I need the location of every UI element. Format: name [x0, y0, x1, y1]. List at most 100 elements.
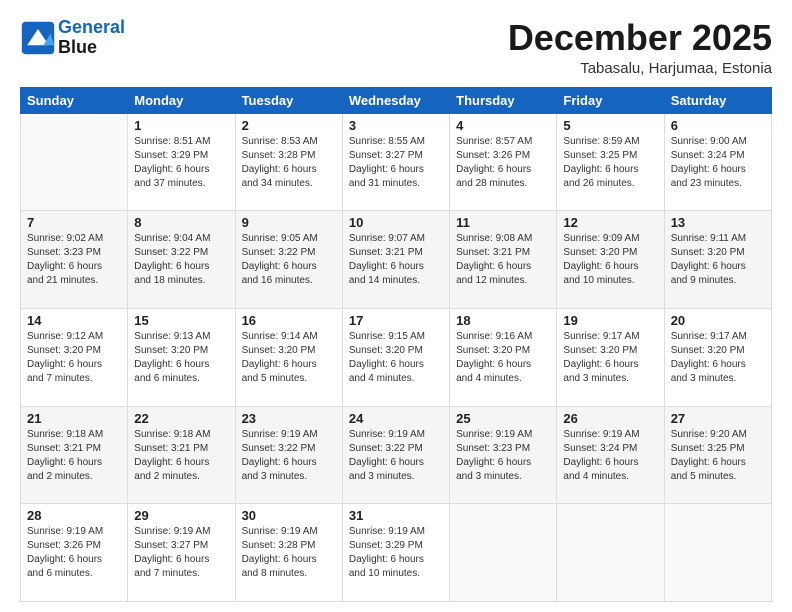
calendar-week-row: 21 Sunrise: 9:18 AM Sunset: 3:21 PM Dayli…	[21, 406, 772, 504]
calendar-cell	[664, 504, 771, 602]
calendar-cell: 5 Sunrise: 8:59 AM Sunset: 3:25 PM Daylig…	[557, 113, 664, 211]
calendar-cell: 11 Sunrise: 9:08 AM Sunset: 3:21 PM Dayli…	[450, 211, 557, 309]
day-info: Sunrise: 9:19 AM Sunset: 3:24 PM Dayligh…	[563, 428, 657, 484]
location: Tabasalu, Harjumaa, Estonia	[508, 60, 772, 77]
day-number: 23	[242, 411, 336, 426]
day-info: Sunrise: 9:19 AM Sunset: 3:22 PM Dayligh…	[349, 428, 443, 484]
day-number: 4	[456, 118, 550, 133]
day-info: Sunrise: 9:15 AM Sunset: 3:20 PM Dayligh…	[349, 330, 443, 386]
day-number: 5	[563, 118, 657, 133]
day-info: Sunrise: 9:19 AM Sunset: 3:29 PM Dayligh…	[349, 525, 443, 581]
calendar-cell: 7Sunrise: 9:02 AM Sunset: 3:23 PM Daylig…	[21, 211, 128, 309]
calendar-cell: 19 Sunrise: 9:17 AM Sunset: 3:20 PM Dayli…	[557, 308, 664, 406]
weekday-header-tuesday: Tuesday	[235, 87, 342, 113]
calendar-cell: 23Sunrise: 9:19 AM Sunset: 3:22 PM Dayli…	[235, 406, 342, 504]
calendar-cell: 16 Sunrise: 9:14 AM Sunset: 3:20 PM Dayli…	[235, 308, 342, 406]
day-info: Sunrise: 9:12 AM Sunset: 3:20 PM Dayligh…	[27, 330, 121, 386]
day-number: 19	[563, 313, 657, 328]
calendar-cell	[21, 113, 128, 211]
logo: General Blue	[20, 18, 125, 58]
day-number: 21	[27, 411, 121, 426]
day-info: Sunrise: 9:16 AM Sunset: 3:20 PM Dayligh…	[456, 330, 550, 386]
day-number: 22	[134, 411, 228, 426]
day-number: 14	[27, 313, 121, 328]
weekday-header-friday: Friday	[557, 87, 664, 113]
day-number: 30	[242, 508, 336, 523]
day-info: Sunrise: 9:18 AM Sunset: 3:21 PM Dayligh…	[27, 428, 121, 484]
calendar-week-row: 28Sunrise: 9:19 AM Sunset: 3:26 PM Dayli…	[21, 504, 772, 602]
calendar-cell: 2 Sunrise: 8:53 AM Sunset: 3:28 PM Daylig…	[235, 113, 342, 211]
calendar-cell: 1Sunrise: 8:51 AM Sunset: 3:29 PM Daylig…	[128, 113, 235, 211]
day-info: Sunrise: 9:04 AM Sunset: 3:22 PM Dayligh…	[134, 232, 228, 288]
weekday-header-saturday: Saturday	[664, 87, 771, 113]
day-number: 27	[671, 411, 765, 426]
weekday-header-sunday: Sunday	[21, 87, 128, 113]
calendar-cell: 4 Sunrise: 8:57 AM Sunset: 3:26 PM Daylig…	[450, 113, 557, 211]
day-number: 2	[242, 118, 336, 133]
weekday-header-monday: Monday	[128, 87, 235, 113]
day-number: 31	[349, 508, 443, 523]
day-info: Sunrise: 9:11 AM Sunset: 3:20 PM Dayligh…	[671, 232, 765, 288]
calendar-cell: 31 Sunrise: 9:19 AM Sunset: 3:29 PM Dayli…	[342, 504, 449, 602]
calendar-cell: 15 Sunrise: 9:13 AM Sunset: 3:20 PM Dayli…	[128, 308, 235, 406]
day-number: 6	[671, 118, 765, 133]
day-info: Sunrise: 9:19 AM Sunset: 3:27 PM Dayligh…	[134, 525, 228, 581]
calendar-cell: 21 Sunrise: 9:18 AM Sunset: 3:21 PM Dayli…	[21, 406, 128, 504]
day-number: 11	[456, 215, 550, 230]
title-area: December 2025 Tabasalu, Harjumaa, Estoni…	[508, 18, 772, 77]
day-number: 26	[563, 411, 657, 426]
day-info: Sunrise: 9:07 AM Sunset: 3:21 PM Dayligh…	[349, 232, 443, 288]
day-info: Sunrise: 9:00 AM Sunset: 3:24 PM Dayligh…	[671, 135, 765, 191]
day-number: 9	[242, 215, 336, 230]
day-number: 3	[349, 118, 443, 133]
day-number: 18	[456, 313, 550, 328]
day-number: 16	[242, 313, 336, 328]
day-info: Sunrise: 9:14 AM Sunset: 3:20 PM Dayligh…	[242, 330, 336, 386]
calendar-week-row: 7Sunrise: 9:02 AM Sunset: 3:23 PM Daylig…	[21, 211, 772, 309]
day-info: Sunrise: 8:53 AM Sunset: 3:28 PM Dayligh…	[242, 135, 336, 191]
day-number: 7	[27, 215, 121, 230]
calendar-cell: 30 Sunrise: 9:19 AM Sunset: 3:28 PM Dayli…	[235, 504, 342, 602]
calendar-cell: 18 Sunrise: 9:16 AM Sunset: 3:20 PM Dayli…	[450, 308, 557, 406]
day-number: 8	[134, 215, 228, 230]
day-info: Sunrise: 9:19 AM Sunset: 3:28 PM Dayligh…	[242, 525, 336, 581]
day-info: Sunrise: 9:08 AM Sunset: 3:21 PM Dayligh…	[456, 232, 550, 288]
calendar-cell: 6 Sunrise: 9:00 AM Sunset: 3:24 PM Daylig…	[664, 113, 771, 211]
day-info: Sunrise: 8:55 AM Sunset: 3:27 PM Dayligh…	[349, 135, 443, 191]
calendar-cell: 8 Sunrise: 9:04 AM Sunset: 3:22 PM Daylig…	[128, 211, 235, 309]
calendar-header-row: SundayMondayTuesdayWednesdayThursdayFrid…	[21, 87, 772, 113]
day-info: Sunrise: 9:17 AM Sunset: 3:20 PM Dayligh…	[563, 330, 657, 386]
calendar-cell: 26 Sunrise: 9:19 AM Sunset: 3:24 PM Dayli…	[557, 406, 664, 504]
day-number: 20	[671, 313, 765, 328]
day-info: Sunrise: 9:19 AM Sunset: 3:23 PM Dayligh…	[456, 428, 550, 484]
calendar-table: SundayMondayTuesdayWednesdayThursdayFrid…	[20, 87, 772, 602]
day-number: 15	[134, 313, 228, 328]
day-info: Sunrise: 9:17 AM Sunset: 3:20 PM Dayligh…	[671, 330, 765, 386]
day-info: Sunrise: 8:57 AM Sunset: 3:26 PM Dayligh…	[456, 135, 550, 191]
day-info: Sunrise: 9:20 AM Sunset: 3:25 PM Dayligh…	[671, 428, 765, 484]
calendar-week-row: 1Sunrise: 8:51 AM Sunset: 3:29 PM Daylig…	[21, 113, 772, 211]
day-number: 24	[349, 411, 443, 426]
day-info: Sunrise: 8:51 AM Sunset: 3:29 PM Dayligh…	[134, 135, 228, 191]
calendar-cell: 25Sunrise: 9:19 AM Sunset: 3:23 PM Dayli…	[450, 406, 557, 504]
day-info: Sunrise: 9:13 AM Sunset: 3:20 PM Dayligh…	[134, 330, 228, 386]
header: General Blue December 2025 Tabasalu, Har…	[20, 18, 772, 77]
day-info: Sunrise: 9:18 AM Sunset: 3:21 PM Dayligh…	[134, 428, 228, 484]
calendar-cell: 9Sunrise: 9:05 AM Sunset: 3:22 PM Daylig…	[235, 211, 342, 309]
calendar-cell: 13 Sunrise: 9:11 AM Sunset: 3:20 PM Dayli…	[664, 211, 771, 309]
calendar-cell: 20 Sunrise: 9:17 AM Sunset: 3:20 PM Dayli…	[664, 308, 771, 406]
month-title: December 2025	[508, 18, 772, 58]
calendar-cell	[557, 504, 664, 602]
calendar-cell: 3 Sunrise: 8:55 AM Sunset: 3:27 PM Daylig…	[342, 113, 449, 211]
page: General Blue December 2025 Tabasalu, Har…	[0, 0, 792, 612]
day-number: 17	[349, 313, 443, 328]
day-number: 29	[134, 508, 228, 523]
calendar-cell: 28Sunrise: 9:19 AM Sunset: 3:26 PM Dayli…	[21, 504, 128, 602]
day-info: Sunrise: 9:19 AM Sunset: 3:26 PM Dayligh…	[27, 525, 121, 581]
day-info: Sunrise: 8:59 AM Sunset: 3:25 PM Dayligh…	[563, 135, 657, 191]
calendar-cell: 22 Sunrise: 9:18 AM Sunset: 3:21 PM Dayli…	[128, 406, 235, 504]
day-info: Sunrise: 9:09 AM Sunset: 3:20 PM Dayligh…	[563, 232, 657, 288]
calendar-week-row: 14 Sunrise: 9:12 AM Sunset: 3:20 PM Dayli…	[21, 308, 772, 406]
calendar-cell: 27 Sunrise: 9:20 AM Sunset: 3:25 PM Dayli…	[664, 406, 771, 504]
day-number: 13	[671, 215, 765, 230]
